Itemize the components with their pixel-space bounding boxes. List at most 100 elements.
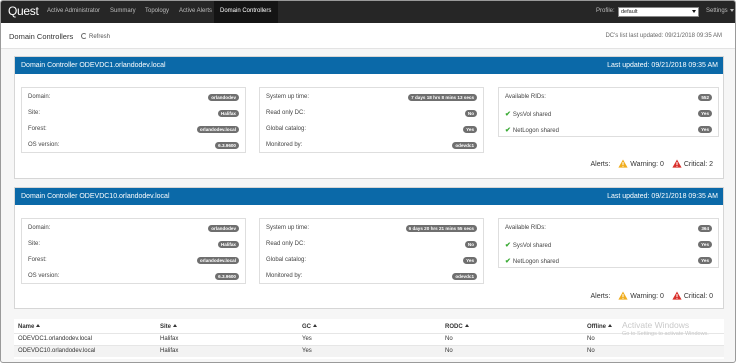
- alerts-summary: Alerts: Warning: 0 Critical: 0: [590, 291, 713, 300]
- critical-icon: [672, 159, 682, 168]
- dc-panel: Domain Controller ODEVDC1.orlandodev.loc…: [14, 56, 724, 179]
- watermark-subtitle: Go to Settings to activate Windows.: [622, 331, 709, 337]
- uptime-value: 7 days 18 hrs 8 mins 13 secs: [408, 94, 477, 101]
- app-window: Quest Active Administrator Summary Topol…: [0, 0, 736, 363]
- cell-offline: No: [587, 336, 595, 342]
- dc-status-box: System up time: 6 days 20 hrs 21 mins 55 …: [259, 218, 484, 284]
- dc-last-updated: Last updated: 09/21/2018 09:35 AM: [607, 62, 718, 69]
- alerts-summary: Alerts: Warning: 0 Critical: 2: [590, 159, 713, 168]
- cell-site: Halifax: [160, 336, 179, 342]
- dc-last-updated: Last updated: 09/21/2018 09:35 AM: [607, 193, 718, 200]
- refresh-label: Refresh: [89, 34, 111, 40]
- dc-panel: Domain Controller ODEVDC10.orlandodev.lo…: [14, 187, 724, 309]
- warning-count[interactable]: Warning: 0: [630, 293, 664, 300]
- column-header-label: Site: [160, 324, 172, 330]
- sysvol-label: SysVol shared: [512, 243, 552, 249]
- critical-icon: [672, 291, 682, 300]
- domain-label: Domain:: [28, 94, 51, 100]
- nav-summary[interactable]: Summary: [110, 8, 136, 14]
- sort-asc-icon: [173, 324, 178, 327]
- check-icon: ✔: [505, 127, 511, 134]
- column-header-gc[interactable]: GC: [302, 324, 317, 330]
- chevron-down-icon: [729, 8, 734, 12]
- gc-label: Global catalog:: [266, 126, 307, 132]
- column-header-site[interactable]: Site: [160, 324, 178, 330]
- gc-label: Global catalog:: [266, 257, 307, 263]
- forest-row: Forest: orlandodev.local: [28, 256, 239, 266]
- column-header-name[interactable]: Name: [18, 324, 41, 330]
- gc-value: Yes: [463, 257, 477, 264]
- monitored-value: odevdc1: [452, 273, 477, 280]
- dc-panel-header: Domain Controller ODEVDC10.orlandodev.lo…: [15, 188, 723, 205]
- rids-label: Available RIDs:: [505, 225, 546, 231]
- uptime-row: System up time: 6 days 20 hrs 21 mins 55 …: [266, 224, 477, 234]
- domain-row: Domain: orlandodev: [28, 93, 239, 103]
- profile-select[interactable]: default: [618, 7, 699, 17]
- nav-topology[interactable]: Topology: [145, 8, 169, 14]
- gc-value: Yes: [463, 126, 477, 133]
- cell-gc: Yes: [302, 336, 312, 342]
- netlogon-row: ✔ NetLogon shared Yes: [505, 125, 712, 135]
- domain-row: Domain: orlandodev: [28, 224, 239, 234]
- rids-row: Available RIDs: 364: [505, 224, 712, 234]
- alerts-label: Alerts:: [590, 293, 611, 300]
- dc-name: Domain Controller ODEVDC1.orlandodev.loc…: [21, 62, 166, 69]
- table-row[interactable]: ODEVDC1.orlandodev.local Halifax Yes No …: [14, 333, 724, 345]
- warning-count[interactable]: Warning: 0: [630, 161, 664, 168]
- site-value: Halifax: [217, 241, 239, 248]
- column-header-rodc[interactable]: RODC: [445, 324, 469, 330]
- domain-value: orlandodev: [208, 94, 239, 101]
- nav-domain-controllers[interactable]: Domain Controllers: [220, 8, 271, 14]
- warning-icon: [618, 159, 628, 168]
- dc-panel-header: Domain Controller ODEVDC1.orlandodev.loc…: [15, 57, 723, 74]
- rids-label: Available RIDs:: [505, 94, 546, 100]
- forest-value: orlandodev.local: [196, 257, 239, 264]
- critical-count[interactable]: Critical: 0: [684, 293, 713, 300]
- sort-asc-icon: [608, 324, 612, 327]
- rids-row: Available RIDs: 552: [505, 93, 712, 103]
- refresh-button[interactable]: Refresh: [81, 33, 110, 40]
- uptime-label: System up time:: [266, 225, 310, 231]
- profile-label: Profile:: [596, 8, 615, 14]
- uptime-value: 6 days 20 hrs 21 mins 55 secs: [405, 225, 477, 232]
- alerts-label: Alerts:: [590, 161, 611, 168]
- warning-icon: [618, 291, 628, 300]
- uptime-row: System up time: 7 days 18 hrs 8 mins 13 s…: [266, 93, 477, 103]
- dc-identity-box: Domain: orlandodev Site: Halifax Forest: or…: [21, 218, 246, 284]
- rodc-row: Read only DC: No: [266, 109, 477, 119]
- sysvol-row: ✔ SysVol shared Yes: [505, 109, 712, 119]
- cell-name: ODEVDC1.orlandodev.local: [18, 336, 92, 342]
- forest-value: orlandodev.local: [196, 126, 239, 133]
- site-label: Site:: [28, 110, 41, 116]
- rodc-row: Read only DC: No: [266, 240, 477, 250]
- gc-row: Global catalog: Yes: [266, 256, 477, 266]
- column-header-label: RODC: [445, 324, 463, 330]
- uptime-label: System up time:: [266, 94, 310, 100]
- settings-menu[interactable]: Settings: [706, 8, 734, 14]
- quest-logo[interactable]: Quest: [8, 4, 39, 18]
- sysvol-value: Yes: [698, 241, 712, 248]
- table-row[interactable]: ODEVDC10.orlandodev.local Halifax Yes No…: [14, 345, 724, 357]
- nav-active-administrator[interactable]: Active Administrator: [47, 8, 100, 14]
- dc-status-box: System up time: 7 days 18 hrs 8 mins 13 s…: [259, 87, 484, 153]
- column-header-label: Name: [18, 324, 35, 330]
- netlogon-row: ✔ NetLogon shared Yes: [505, 256, 712, 266]
- dc-resources-box: Available RIDs: 364 ✔ SysVol shared Yes ✔ Ne…: [498, 218, 719, 268]
- profile-select-value: default: [621, 9, 638, 15]
- rodc-value: No: [464, 241, 477, 248]
- column-header-offline[interactable]: Offline: [587, 324, 612, 330]
- cell-offline: No: [587, 348, 595, 354]
- domain-label: Domain:: [28, 225, 51, 231]
- os-value: 6.3.9600: [215, 273, 239, 280]
- cell-rodc: No: [445, 348, 453, 354]
- critical-count[interactable]: Critical: 2: [684, 161, 713, 168]
- site-label: Site:: [28, 241, 41, 247]
- domain-value: orlandodev: [208, 225, 239, 232]
- rids-value: 552: [698, 94, 712, 101]
- cell-name: ODEVDC10.orlandodev.local: [18, 348, 96, 354]
- cell-gc: Yes: [302, 348, 312, 354]
- monitored-label: Monitored by:: [266, 273, 303, 279]
- nav-active-alerts[interactable]: Active Alerts: [179, 8, 212, 14]
- site-row: Site: Halifax: [28, 109, 239, 119]
- page-title: Domain Controllers: [9, 32, 74, 41]
